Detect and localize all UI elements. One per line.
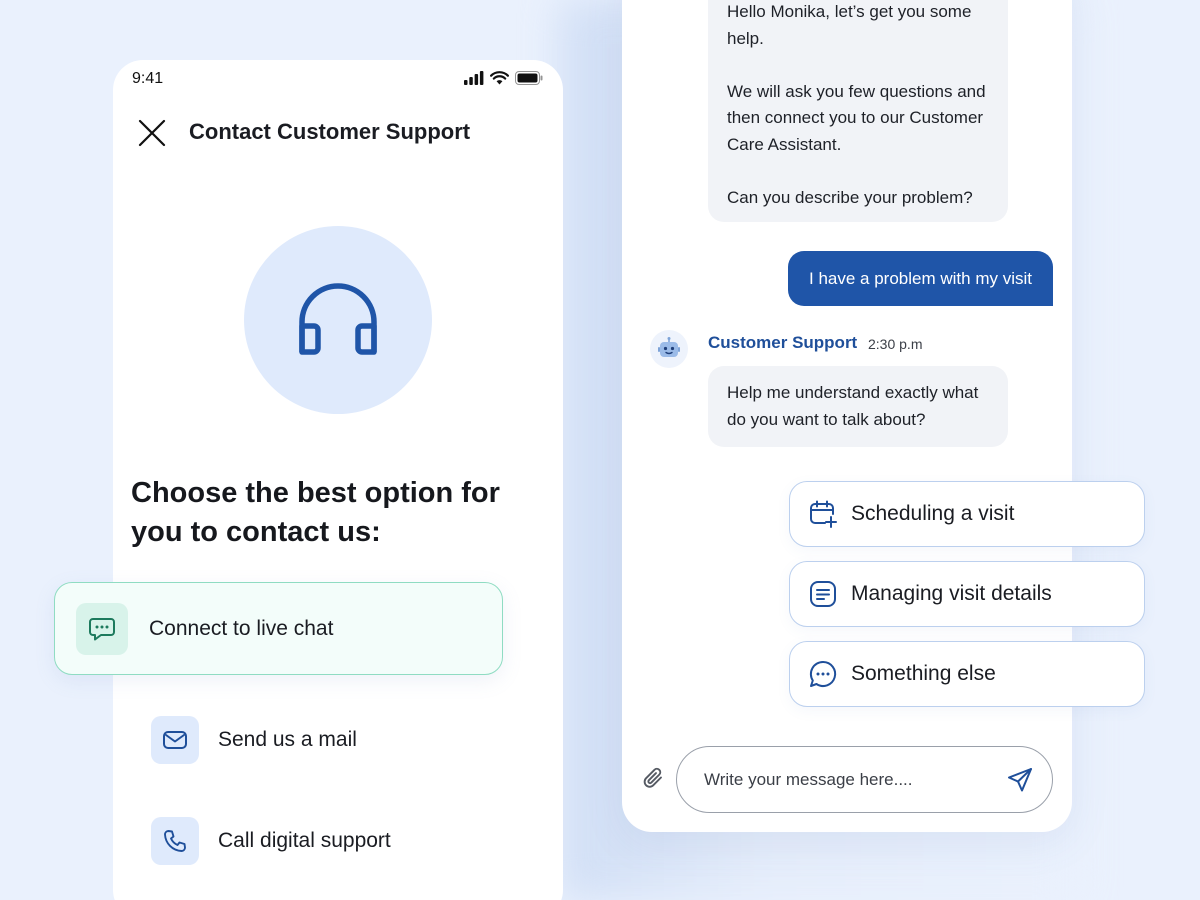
robot-icon: [658, 337, 680, 357]
phone-icon: [151, 817, 199, 865]
send-icon[interactable]: [1006, 766, 1034, 794]
support-illustration: [244, 226, 432, 414]
message-input[interactable]: [676, 746, 1053, 813]
page-title: Contact Customer Support: [189, 119, 471, 144]
quick-reply-something-else[interactable]: Something else: [789, 641, 1145, 707]
option-label: Send us a mail: [218, 728, 357, 751]
signal-icon: [464, 71, 484, 85]
quick-reply-label: Scheduling a visit: [851, 502, 1015, 525]
bot-avatar: [650, 330, 688, 368]
option-send-mail[interactable]: Send us a mail: [151, 716, 357, 764]
message-timestamp: 2:30 p.m: [868, 336, 923, 352]
option-label: Call digital support: [218, 829, 391, 852]
headphones-icon: [299, 283, 377, 355]
contact-support-screen: 9:41 Contact Customer Support Choose the…: [113, 60, 563, 900]
chat-bubble-icon: [76, 602, 128, 655]
status-icons: [464, 71, 543, 85]
calendar-plus-icon: [810, 500, 837, 528]
quick-reply-scheduling[interactable]: Scheduling a visit: [789, 481, 1145, 547]
bot-name: Customer Support: [708, 333, 858, 352]
paperclip-icon[interactable]: [641, 766, 667, 792]
battery-icon: [515, 71, 543, 85]
chat-dots-icon: [809, 660, 837, 687]
bot-message: Hello Monika, let’s get you some help. W…: [708, 0, 1008, 222]
option-call-support[interactable]: Call digital support: [151, 817, 391, 865]
mail-icon: [151, 716, 199, 764]
document-list-icon: [810, 581, 836, 607]
options-heading: Choose the best option for you to contac…: [131, 477, 500, 548]
wifi-icon: [490, 71, 509, 85]
quick-reply-label: Managing visit details: [851, 582, 1052, 605]
close-icon[interactable]: [137, 118, 167, 148]
quick-reply-label: Something else: [851, 662, 996, 685]
status-time: 9:41: [132, 70, 164, 87]
option-label: Connect to live chat: [149, 616, 334, 640]
bot-message: Help me understand exactly what do you w…: [708, 366, 1008, 447]
quick-reply-managing[interactable]: Managing visit details: [789, 561, 1145, 627]
user-message: I have a problem with my visit: [788, 251, 1053, 306]
option-live-chat[interactable]: Connect to live chat: [54, 582, 503, 675]
